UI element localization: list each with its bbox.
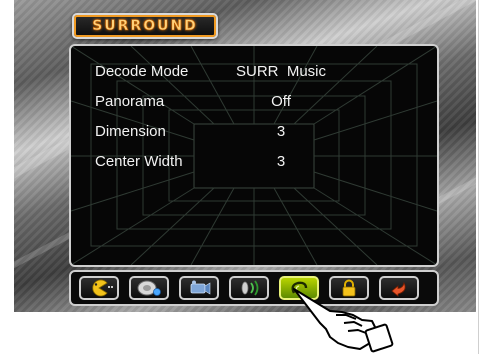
sound-waves-icon [241, 280, 259, 296]
setting-row-decode-mode[interactable]: Decode Mode SURR Music [95, 60, 425, 84]
setting-label: Decode Mode [95, 63, 189, 80]
general-setup-button[interactable] [79, 276, 119, 300]
setting-value: SURR Music [235, 63, 326, 80]
audio-setup-button[interactable] [229, 276, 269, 300]
menu-title: SURROUND [92, 18, 198, 35]
setting-row-dimension[interactable]: Dimension 3 [95, 120, 425, 144]
setting-value: 3 [276, 123, 286, 140]
setting-label: Dimension [95, 123, 166, 140]
page-border-line [478, 0, 479, 354]
setting-value: 3 [276, 153, 286, 170]
speaker-dish-icon [137, 280, 161, 296]
setting-value: Off [271, 93, 291, 110]
speaker-setup-button[interactable] [129, 276, 169, 300]
osd-screen: SURROUND Decode Mode SURR Music Panorama… [14, 0, 476, 312]
setting-row-panorama[interactable]: Panorama Off [95, 90, 425, 114]
pacman-face-icon [92, 279, 113, 297]
setting-row-center-width[interactable]: Center Width 3 [95, 150, 425, 174]
video-setup-button[interactable] [179, 276, 219, 300]
setting-label: Panorama [95, 93, 165, 110]
video-camera-icon [190, 280, 211, 295]
pointing-hand-icon [293, 288, 394, 353]
setting-label: Center Width [95, 153, 183, 170]
menu-title-badge: SURROUND [72, 13, 218, 39]
settings-panel: Decode Mode SURR Music Panorama Off Dime… [69, 44, 439, 267]
